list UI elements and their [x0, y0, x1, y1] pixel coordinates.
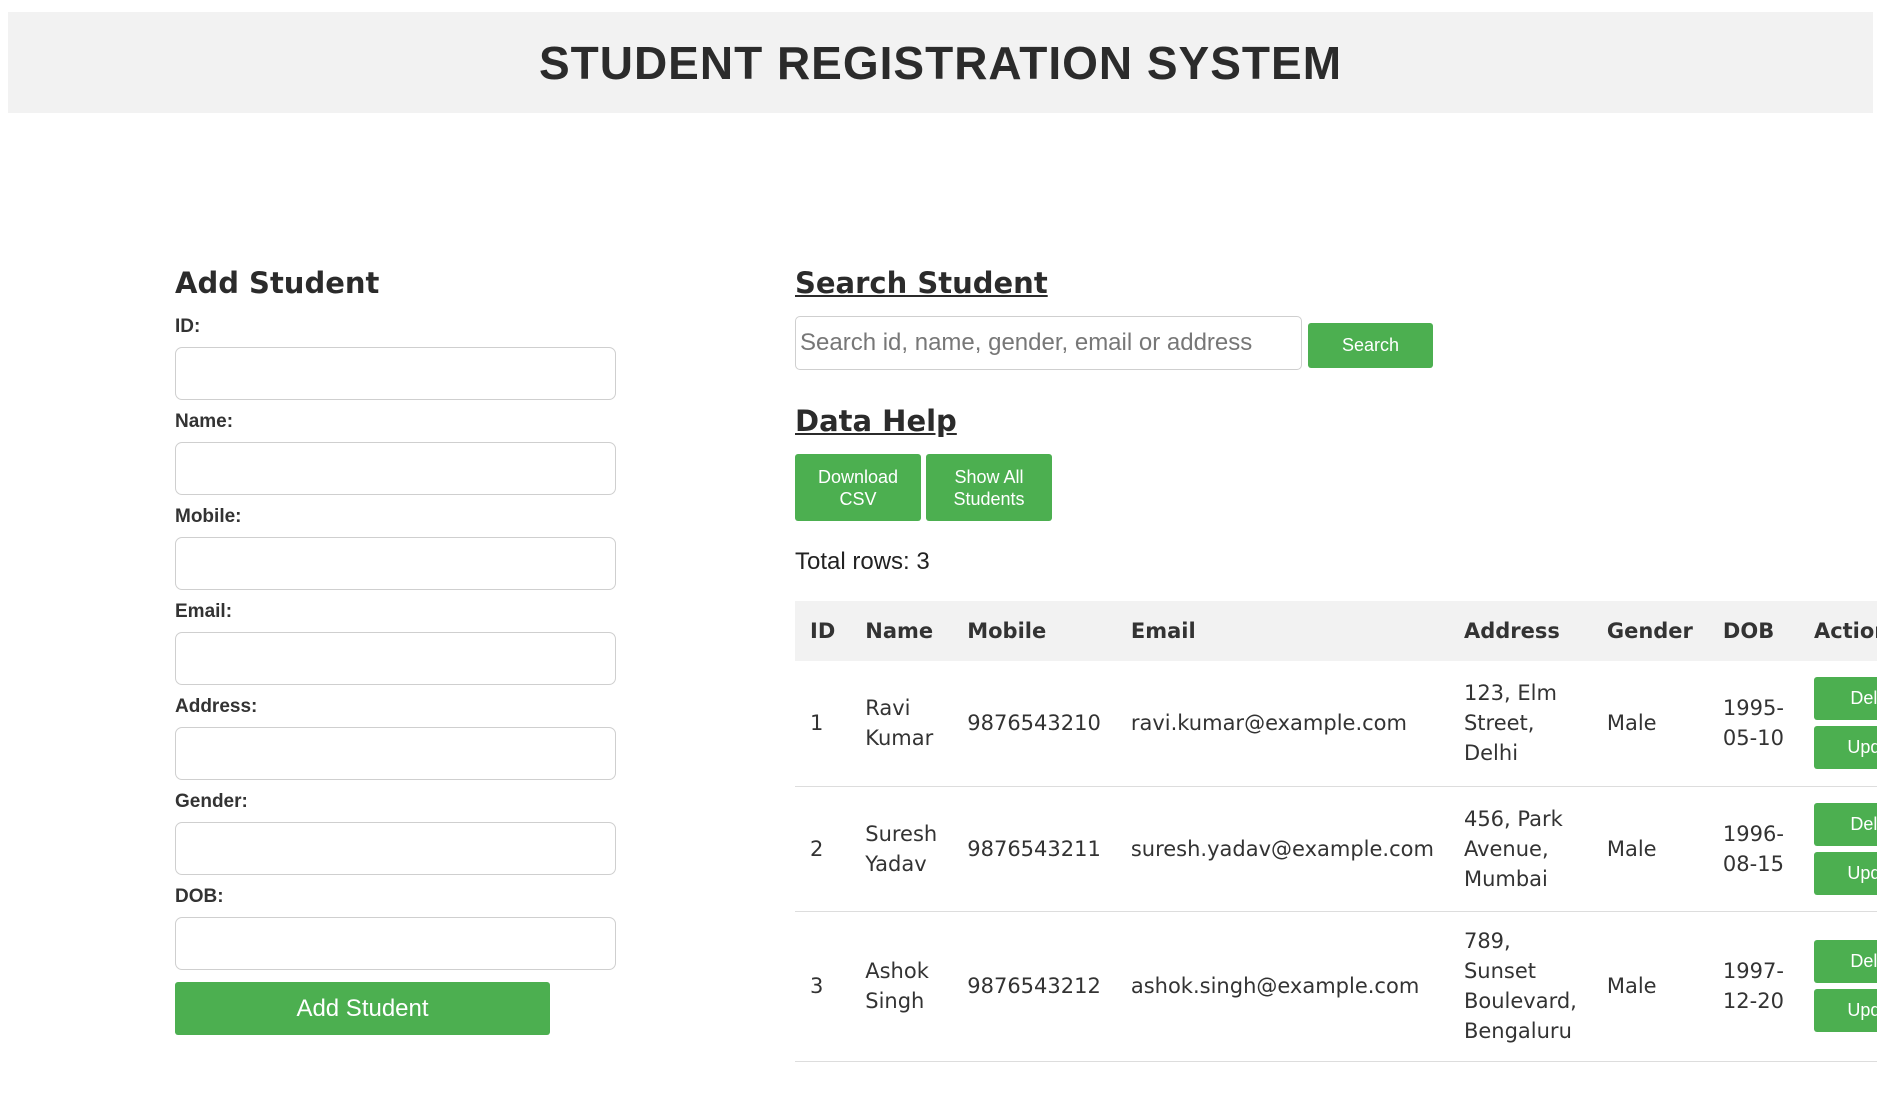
table-row: 2 Suresh Yadav 9876543211 suresh.yadav@e… — [795, 786, 1877, 912]
cell-gender: Male — [1591, 911, 1708, 1062]
cell-address: 789, Sunset Boulevard, Bengaluru — [1448, 911, 1592, 1062]
cell-action: Delete Update — [1798, 661, 1877, 787]
col-email: Email — [1130, 619, 1196, 643]
page-header: STUDENT REGISTRATION SYSTEM — [8, 12, 1873, 113]
table-row: 3 Ashok Singh 9876543212 ashok.singh@exa… — [795, 911, 1877, 1062]
delete-button[interactable]: Delete — [1813, 677, 1877, 721]
delete-button[interactable]: Delete — [1813, 802, 1877, 846]
col-id: ID — [810, 619, 836, 643]
col-address: Address — [1463, 619, 1560, 643]
show-all-students-button[interactable]: Show All Students — [926, 454, 1052, 521]
col-gender: Gender — [1606, 619, 1693, 643]
field-name: Name: — [175, 411, 616, 495]
col-mobile: Mobile — [967, 619, 1047, 643]
col-name: Name — [865, 619, 934, 643]
col-action: Action — [1813, 619, 1877, 643]
email-label: Email: — [175, 601, 233, 622]
add-student-heading: Add Student — [175, 266, 380, 300]
field-mobile: Mobile: — [175, 506, 616, 590]
page-title: STUDENT REGISTRATION SYSTEM — [538, 36, 1343, 89]
id-label: ID: — [175, 316, 201, 337]
search-button[interactable]: Search — [1308, 323, 1433, 368]
cell-address: 123, Elm Street, Delhi — [1448, 661, 1592, 787]
col-dob: DOB — [1722, 619, 1775, 643]
cell-action: Delete Update — [1798, 786, 1877, 912]
dob-input[interactable] — [175, 917, 616, 970]
gender-input[interactable] — [175, 822, 616, 875]
cell-dob: 1995-05-10 — [1707, 661, 1799, 787]
cell-address: 456, Park Avenue, Mumbai — [1448, 786, 1592, 912]
cell-id: 2 — [795, 786, 851, 912]
download-csv-button[interactable]: Download CSV — [795, 454, 921, 521]
email-input[interactable] — [175, 632, 616, 685]
add-student-form: Add Student ID: Name: Mobile: Email: Add… — [175, 266, 616, 1035]
data-help-heading: Data Help — [795, 404, 957, 438]
cell-mobile: 9876543212 — [952, 911, 1116, 1062]
cell-id: 1 — [795, 661, 851, 787]
cell-action: Delete Update — [1798, 911, 1877, 1062]
cell-name: Ashok Singh — [850, 911, 953, 1062]
delete-button[interactable]: Delete — [1813, 940, 1877, 983]
search-input[interactable] — [795, 316, 1302, 370]
name-input[interactable] — [175, 442, 616, 495]
add-student-button[interactable]: Add Student — [175, 982, 550, 1035]
gender-label: Gender: — [175, 791, 248, 812]
cell-mobile: 9876543211 — [952, 786, 1116, 912]
field-dob: DOB: — [175, 886, 616, 970]
cell-name: Suresh Yadav — [850, 786, 953, 912]
total-rows: Total rows: 3 — [795, 548, 930, 575]
field-address: Address: — [175, 696, 616, 780]
search-heading: Search Student — [795, 266, 1048, 300]
id-input[interactable] — [175, 347, 616, 400]
cell-gender: Male — [1591, 786, 1708, 912]
table-header-row: ID Name Mobile Email Address Gender DOB … — [795, 601, 1877, 661]
table-row: 1 Ravi Kumar 9876543210 ravi.kumar@examp… — [795, 661, 1877, 787]
cell-dob: 1996-08-15 — [1707, 786, 1799, 912]
name-label: Name: — [175, 411, 234, 432]
cell-email: ravi.kumar@example.com — [1115, 661, 1449, 787]
cell-email: ashok.singh@example.com — [1115, 911, 1449, 1062]
cell-mobile: 9876543210 — [952, 661, 1116, 787]
update-button[interactable]: Update — [1813, 726, 1877, 770]
cell-dob: 1997-12-20 — [1707, 911, 1799, 1062]
cell-name: Ravi Kumar — [850, 661, 953, 787]
address-input[interactable] — [175, 727, 616, 780]
address-label: Address: — [175, 696, 258, 717]
dob-label: DOB: — [175, 886, 224, 907]
update-button[interactable]: Update — [1813, 851, 1877, 895]
mobile-input[interactable] — [175, 537, 616, 590]
field-email: Email: — [175, 601, 616, 685]
cell-email: suresh.yadav@example.com — [1115, 786, 1449, 912]
field-gender: Gender: — [175, 791, 616, 875]
mobile-label: Mobile: — [175, 506, 242, 527]
cell-id: 3 — [795, 911, 851, 1062]
field-id: ID: — [175, 316, 616, 400]
update-button[interactable]: Update — [1813, 989, 1877, 1032]
students-table: ID Name Mobile Email Address Gender DOB … — [795, 601, 1877, 1062]
cell-gender: Male — [1591, 661, 1708, 787]
